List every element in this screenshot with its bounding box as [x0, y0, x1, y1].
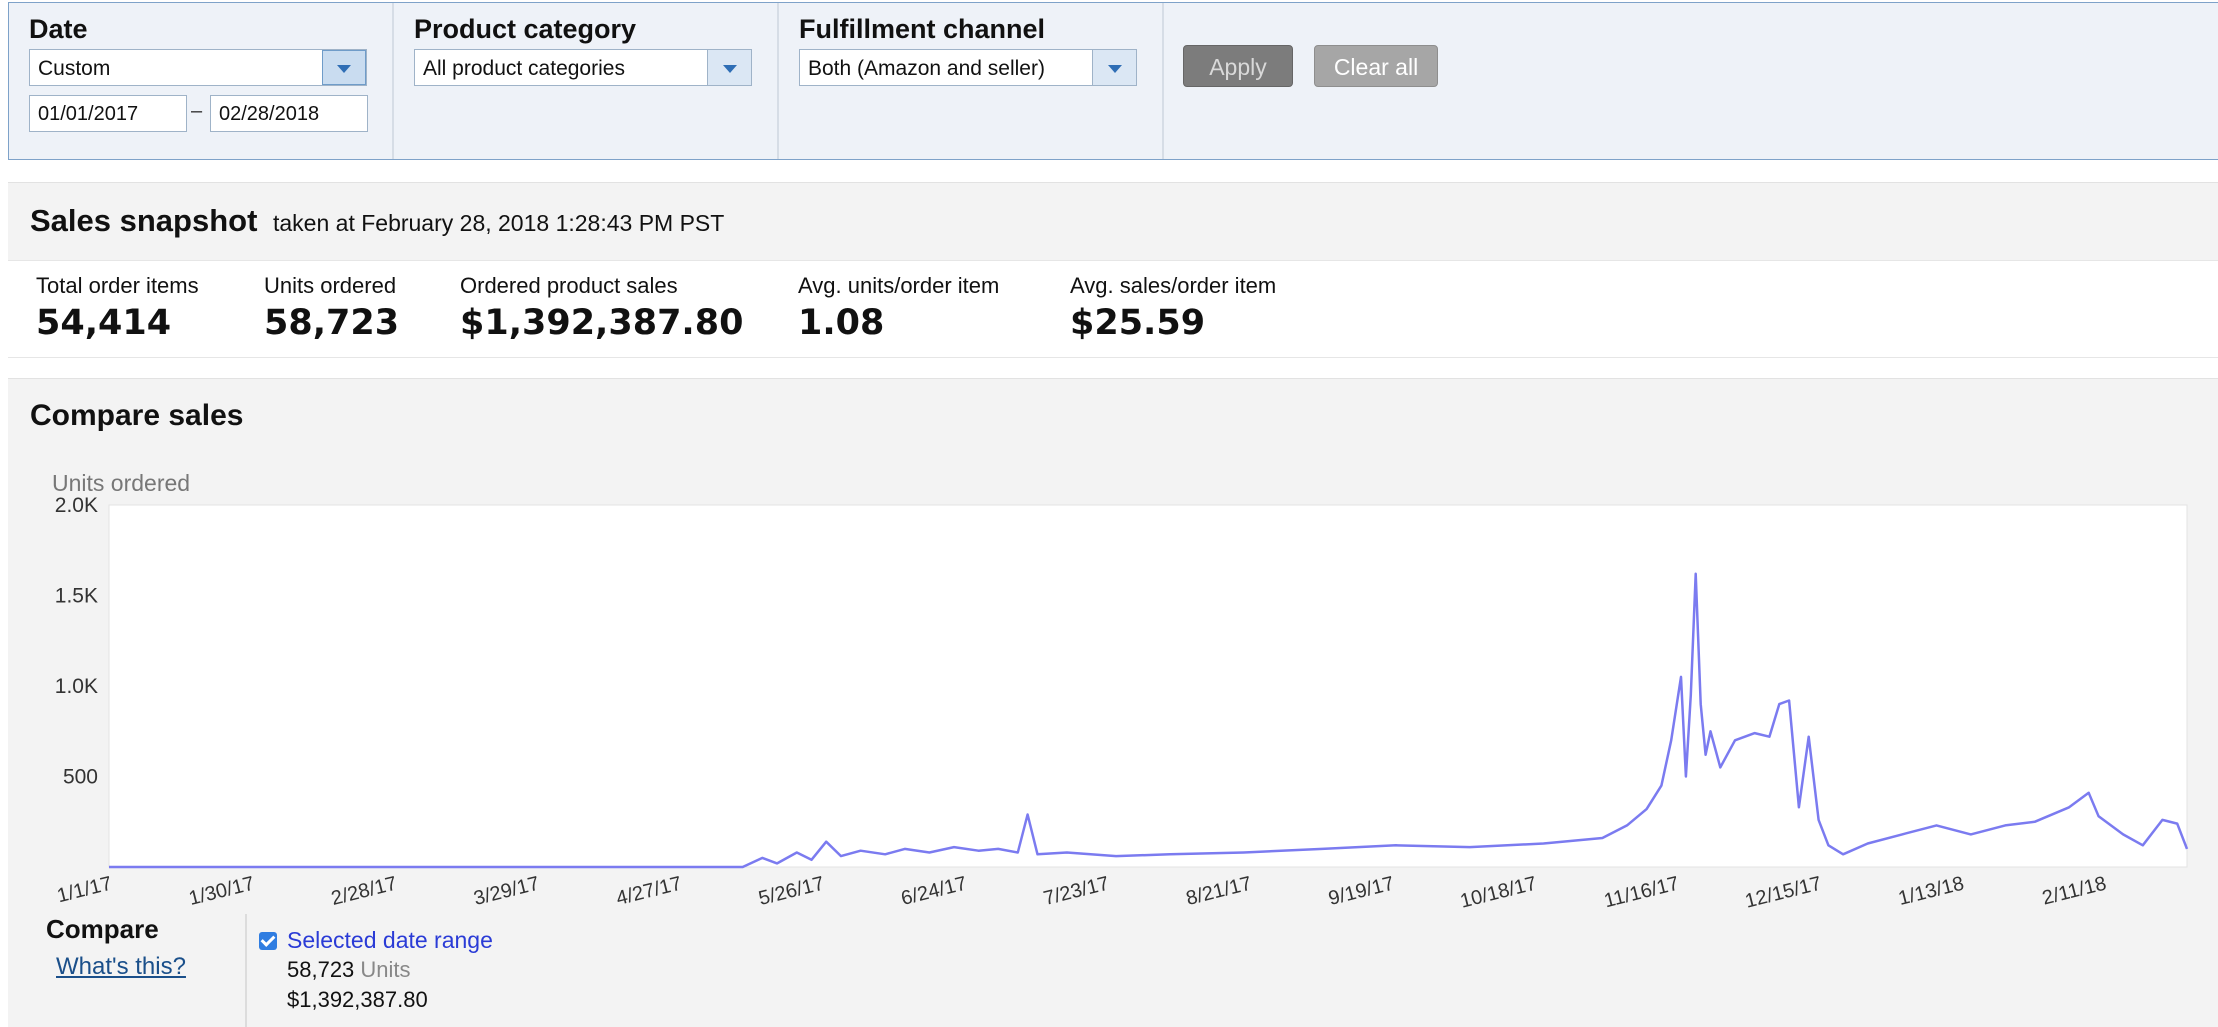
x-tick-label: 8/21/17 — [1184, 873, 1254, 909]
metric-value: 54,414 — [36, 303, 172, 343]
metric-total-order-items: Total order items 54,414 — [36, 273, 199, 343]
start-date-input[interactable]: 01/01/2017 — [29, 95, 187, 132]
metric-label: Avg. sales/order item — [1070, 273, 1277, 298]
metric-label: Avg. units/order item — [798, 273, 1000, 298]
x-tick-label: 4/27/17 — [614, 873, 684, 909]
sales-snapshot-metrics: Total order items 54,414 Units ordered 5… — [8, 260, 2218, 358]
selected-units-value: 58,723 — [287, 957, 355, 982]
metric-units-ordered: Units ordered 58,723 — [264, 273, 399, 343]
compare-sales-panel: Compare sales Units ordered 500 1.0K 1.5K 2.… — [8, 378, 2218, 1027]
fulfillment-channel-filter: Fulfillment channel Both (Amazon and sel… — [779, 3, 1164, 159]
apply-button[interactable]: Apply — [1183, 45, 1293, 87]
x-tick-label: 1/13/18 — [1896, 873, 1966, 909]
metric-label: Ordered product sales — [460, 273, 678, 298]
x-tick-label: 10/18/17 — [1458, 873, 1539, 909]
x-tick-label: 6/24/17 — [899, 873, 969, 909]
end-date-input[interactable]: 02/28/2018 — [210, 95, 368, 132]
metric-ordered-product-sales: Ordered product sales $1,392,387.80 — [460, 273, 743, 343]
selected-units-label: Units — [360, 957, 411, 982]
fulfillment-channel-value: Both (Amazon and seller) — [808, 57, 1045, 80]
date-preset-select[interactable]: Custom — [29, 49, 367, 86]
fulfillment-channel-select[interactable]: Both (Amazon and seller) — [799, 49, 1137, 86]
start-date-value: 01/01/2017 — [38, 103, 139, 125]
selected-units: 58,723 Units — [287, 957, 411, 983]
x-tick-label: 5/26/17 — [756, 873, 826, 909]
y-tick-label: 2.0K — [55, 494, 98, 517]
date-range-separator: – — [191, 100, 203, 122]
product-category-filter: Product category All product categories — [394, 3, 779, 159]
x-tick-label: 11/16/17 — [1602, 873, 1681, 909]
x-tick-label: 1/1/17 — [55, 873, 114, 908]
x-tick-label: 9/19/17 — [1326, 873, 1396, 909]
fulfillment-channel-label: Fulfillment channel — [799, 14, 1046, 44]
date-filter: Date Custom 01/01/2017 – 02/28/2018 — [9, 3, 394, 159]
x-tick-label: 2/28/17 — [329, 873, 399, 909]
metric-value: $1,392,387.80 — [460, 303, 744, 343]
x-tick-label: 7/23/17 — [1041, 873, 1111, 909]
y-tick-label: 1.0K — [55, 675, 98, 698]
product-category-select[interactable]: All product categories — [414, 49, 752, 86]
plot-area — [108, 504, 2188, 868]
y-tick-label: 500 — [63, 766, 98, 789]
compare-divider — [245, 914, 247, 1027]
product-category-value: All product categories — [423, 57, 625, 80]
units-ordered-chart: Units ordered 500 1.0K 1.5K 2.0K 1/1/17 1/30/1… — [52, 470, 2189, 909]
compare-label: Compare — [46, 914, 159, 944]
metric-value: $25.59 — [1070, 303, 1206, 343]
selected-sales-value: $1,392,387.80 — [287, 987, 428, 1012]
selected-date-range-checkbox[interactable] — [259, 932, 277, 950]
chevron-down-icon[interactable] — [1092, 50, 1136, 85]
metric-value: 58,723 — [264, 303, 400, 343]
x-tick-label: 3/29/17 — [472, 873, 542, 909]
y-tick-label: 1.5K — [55, 585, 98, 608]
x-tick-label: 12/15/17 — [1743, 873, 1824, 909]
snapshot-timestamp: taken at February 28, 2018 1:28:43 PM PS… — [273, 210, 725, 236]
chevron-down-icon[interactable] — [707, 50, 751, 85]
metric-avg-sales-per-order-item: Avg. sales/order item $25.59 — [1070, 273, 1276, 343]
sales-snapshot-header: Sales snapshot taken at February 28, 201… — [8, 182, 2218, 261]
metric-label: Units ordered — [264, 273, 397, 298]
selected-date-range-label[interactable]: Selected date range — [287, 927, 493, 954]
metric-avg-units-per-order-item: Avg. units/order item 1.08 — [798, 273, 999, 343]
end-date-value: 02/28/2018 — [219, 103, 320, 125]
date-filter-label: Date — [29, 14, 88, 44]
x-tick-label: 2/11/18 — [2040, 873, 2109, 909]
y-axis-title: Units ordered — [52, 470, 190, 496]
date-preset-value: Custom — [38, 57, 111, 80]
whats-this-link[interactable]: What's this? — [56, 953, 186, 981]
sales-snapshot-title: Sales snapshot — [30, 203, 258, 238]
chevron-down-icon[interactable] — [322, 50, 366, 85]
product-category-label: Product category — [414, 14, 637, 44]
metric-value: 1.08 — [798, 303, 885, 343]
x-tick-label: 1/30/17 — [187, 873, 257, 909]
clear-all-button[interactable]: Clear all — [1314, 45, 1438, 87]
metric-label: Total order items — [36, 273, 199, 298]
filter-bar: Date Custom 01/01/2017 – 02/28/2018 Prod… — [8, 2, 2218, 160]
